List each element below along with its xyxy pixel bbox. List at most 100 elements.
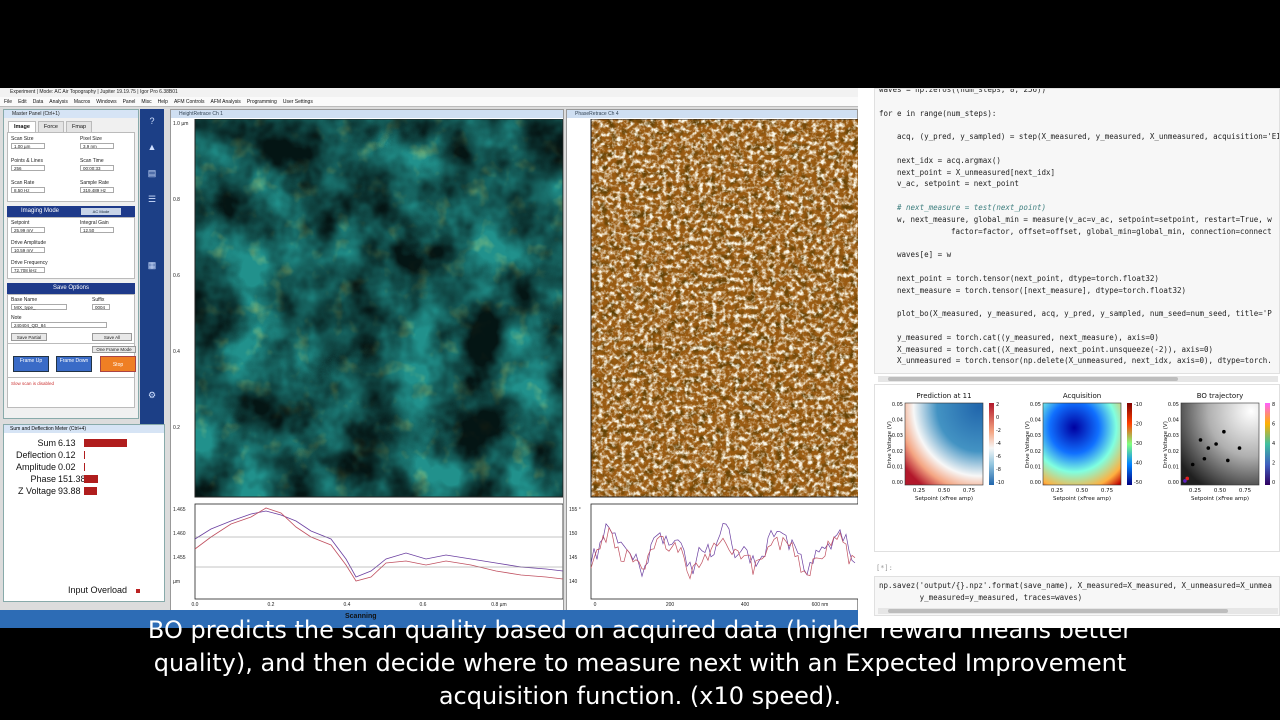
menu-item[interactable]: Analysis: [49, 99, 68, 105]
axis-tick-label: 0.05: [1030, 402, 1041, 408]
subtitle-line-1: BO predicts the scan quality based on ac…: [147, 616, 1133, 644]
phase-image-plot[interactable]: 155 ° 150 145 140 0 200 400 600 nm: [567, 119, 858, 628]
imaging-mode-select[interactable]: AC Mode: [81, 208, 121, 215]
base-name-field[interactable]: MIX_type_: [11, 304, 67, 310]
menu-item[interactable]: Macros: [74, 99, 90, 105]
integral-gain-field[interactable]: 12.50: [80, 227, 114, 233]
master-tabs: Image Force Fmap: [4, 118, 138, 132]
trajectory-point: [1237, 446, 1242, 450]
x-axis-label: Setpoint (xFree amp): [915, 496, 973, 502]
axis-tick-label: 0.04: [1168, 418, 1179, 424]
menu-item[interactable]: User Settings: [283, 99, 313, 105]
plot-title: BO trajectory: [1197, 392, 1243, 400]
axis-tick-label: 1.465: [173, 507, 186, 513]
scan-rate-field[interactable]: 8.50 Hz: [11, 187, 45, 193]
colorbar-tick-label: -6: [996, 454, 1001, 460]
meter-label: Z Voltage: [17, 486, 56, 496]
bo-plots-figure: Prediction at 11 2 0 -2 -4 -6 -8 -10 0.05 0.04 0.0…: [887, 392, 1275, 502]
overload-indicator: [136, 589, 140, 593]
axis-tick-label: 0.75: [1101, 488, 1114, 494]
meter-value: 93.88: [58, 486, 81, 496]
menu-item[interactable]: Misc: [141, 99, 151, 105]
axis-tick-label: 0.04: [1030, 418, 1041, 424]
master-panel: Master Panel (Ctrl+1) Image Force Fmap S…: [3, 109, 139, 419]
scan-size-field[interactable]: 1.00 µm: [11, 143, 45, 149]
menu-item[interactable]: Windows: [96, 99, 116, 105]
phase-channel-window: PhaseRetrace Ch 4 155 ° 150 145 140 0 20…: [566, 109, 858, 628]
meter-value: 151.38: [58, 474, 86, 484]
menu-item[interactable]: AFM Controls: [174, 99, 205, 105]
frame-mode-select[interactable]: One Frame Mode: [92, 346, 136, 353]
menu-item[interactable]: Programming: [247, 99, 277, 105]
subtitle-line-2: quality), and then decide where to measu…: [153, 649, 1127, 677]
tab-fmap[interactable]: Fmap: [65, 121, 93, 132]
colorbar-tick-label: 2: [996, 402, 999, 408]
help-icon[interactable]: ?: [145, 115, 159, 127]
settings-icon[interactable]: ⚙: [145, 389, 159, 401]
afm-menubar: File Edit Data Analysis Macros Windows Panel Mi…: [0, 97, 858, 107]
note-field[interactable]: 240404_QD_84: [11, 322, 107, 328]
height-channel-title: HeightRetrace Ch 1: [171, 110, 563, 118]
trajectory-point: [1183, 479, 1187, 483]
drive-frequency-field[interactable]: 72.708 kHz: [11, 267, 45, 273]
frame-down-button[interactable]: Frame Down: [56, 356, 92, 372]
save-partial-button[interactable]: Save Partial: [11, 333, 47, 341]
axis-tick-label: 0.6: [420, 602, 427, 608]
code-line: next_idx = acq.argmax(): [897, 155, 1001, 165]
colorbar-tick-label: -2: [996, 428, 1001, 434]
colorbar-tick-label: -20: [1134, 422, 1142, 428]
tab-force[interactable]: Force: [37, 121, 64, 132]
axis-tick-label: 0.4: [344, 602, 351, 608]
param-suffix: Suffix 0004: [92, 297, 110, 310]
param-integral-gain: Integral Gain 12.50: [80, 220, 114, 233]
menu-item[interactable]: Panel: [123, 99, 136, 105]
colorbar-tick-label: -10: [1134, 402, 1142, 408]
path-icon[interactable]: ▦: [145, 259, 159, 271]
height-image-yticks: 1.0 µm 0.8 0.6 0.4 0.2: [173, 121, 188, 431]
save-all-select[interactable]: Save All: [92, 333, 132, 341]
param-scan-time: Scan Time 00:00:33: [80, 158, 114, 171]
height-image-valleys: [195, 119, 563, 497]
menu-item[interactable]: Edit: [18, 99, 27, 105]
suffix-field[interactable]: 0004: [92, 304, 110, 310]
tab-image[interactable]: Image: [8, 121, 36, 132]
points-lines-field[interactable]: 256: [11, 165, 45, 171]
save-cell-scrollbar-thumb[interactable]: [888, 609, 1228, 613]
menu-item[interactable]: File: [4, 99, 12, 105]
meter-row: Sum 6.13: [4, 437, 164, 449]
plot-heatmap: [904, 402, 984, 486]
axis-tick-label: 0.0: [192, 602, 199, 608]
plot-heatmap: [1042, 402, 1122, 486]
code-cell-scrollbar[interactable]: [878, 376, 1278, 382]
axis-tick-label: 1.455: [173, 555, 186, 561]
axis-tick-label: 0.02: [1030, 449, 1041, 455]
menu-item[interactable]: AFM Analysis: [211, 99, 241, 105]
stop-button[interactable]: Stop: [100, 356, 136, 372]
param-setpoint: Setpoint 25.99 mV: [11, 220, 45, 233]
axis-tick-label: 0.8: [173, 197, 180, 203]
axis-tick-label: 150: [569, 531, 578, 537]
menu-item[interactable]: Data: [33, 99, 44, 105]
param-scan-size: Scan Size 1.00 µm: [11, 136, 45, 149]
code-cell-scrollbar-thumb[interactable]: [888, 377, 1178, 381]
axis-tick-label: 1.460: [173, 531, 186, 537]
y-axis-label: Drive Voltage (V): [1025, 421, 1031, 468]
sample-icon[interactable]: ▲: [145, 141, 159, 153]
frame-up-button[interactable]: Frame Up: [13, 356, 49, 372]
code-cell-bo-loop[interactable]: waves = np.zeros((num_steps, 8, 256)) for…: [874, 88, 1280, 374]
code-line: acq, (y_pred, y_sampled) = step(X_measur…: [897, 132, 1280, 142]
meter-label: Phase: [30, 474, 56, 484]
drive-amplitude-field[interactable]: 10.59 mV: [11, 247, 45, 253]
parms-icon[interactable]: ☰: [145, 193, 159, 205]
param-scan-rate: Scan Rate 8.50 Hz: [11, 180, 45, 193]
tune-icon[interactable]: ▤: [145, 167, 159, 179]
menu-item[interactable]: Help: [158, 99, 168, 105]
axis-tick-label: 0.02: [1168, 449, 1179, 455]
x-axis-label: Setpoint (xFree amp): [1053, 496, 1111, 502]
axis-tick-label: 0.00: [1168, 480, 1179, 486]
height-image-plot[interactable]: 1.0 µm 0.8 0.6 0.4 0.2 1.465 1.460 1.455 µm 0.0…: [171, 119, 563, 628]
colorbar-tick-label: 6: [1272, 422, 1275, 428]
axis-tick-label: 0.01: [1030, 464, 1041, 470]
axis-tick-label: µm: [173, 579, 180, 585]
setpoint-field[interactable]: 25.99 mV: [11, 227, 45, 233]
